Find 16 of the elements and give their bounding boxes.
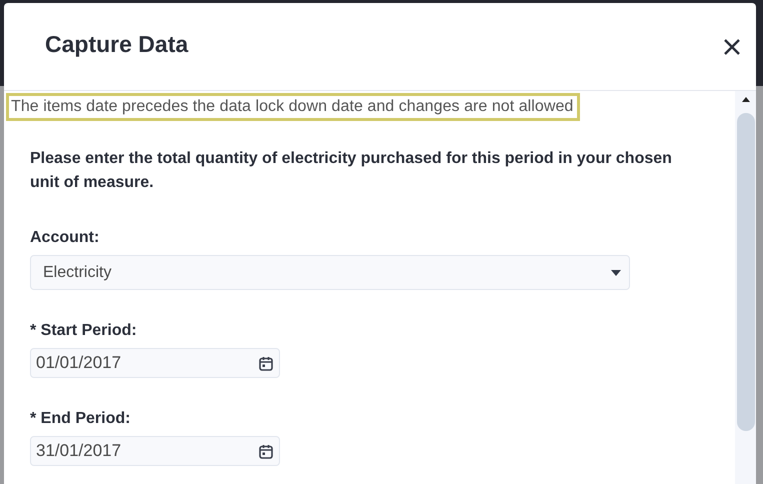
scroll-thumb[interactable] [736, 113, 754, 431]
field-label: * Start Period: [30, 322, 138, 340]
caret-icon [611, 270, 621, 276]
field-label: * End Period: [30, 410, 132, 428]
calendar-icon [259, 444, 273, 458]
scroll-up-icon[interactable] [742, 97, 750, 102]
date-field[interactable]: 31/01/2017 [30, 436, 280, 466]
dialog-title: Capture Data [45, 31, 188, 58]
calendar-icon [259, 356, 273, 370]
instruction-text: Please enter the total quantity of electricity purchased for this period in your chosen unit of measure. [30, 149, 673, 193]
field-label: Account: [30, 229, 100, 247]
warning-message: The items date precedes the data lock down date and changes are not allowed [6, 93, 580, 121]
scrollbar[interactable] [735, 91, 756, 484]
account-select[interactable]: Electricity [30, 255, 630, 290]
close-icon [723, 38, 741, 56]
date-field[interactable]: 01/01/2017 [30, 348, 280, 378]
